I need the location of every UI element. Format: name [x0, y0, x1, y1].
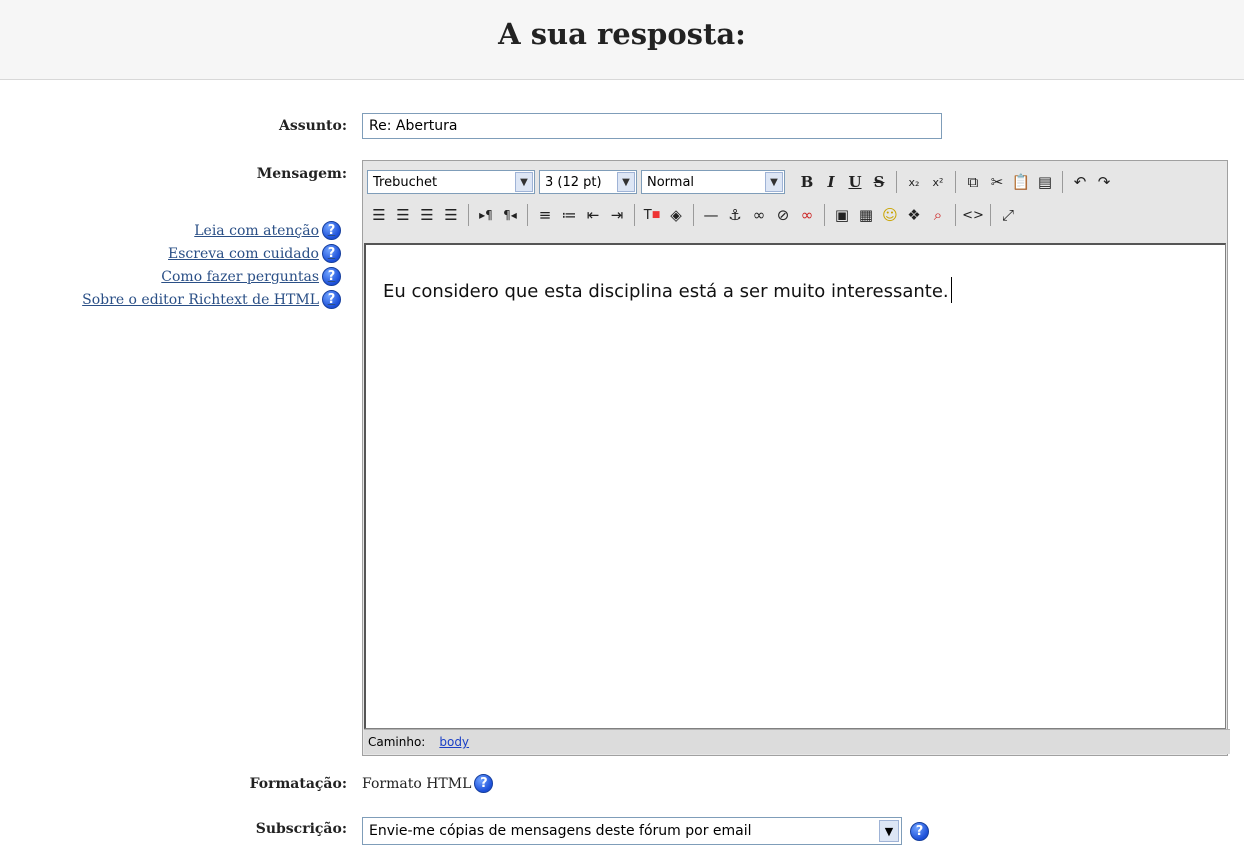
help-icon: ? — [322, 290, 341, 309]
toolbar-separator — [1062, 171, 1063, 193]
format-label: Formatação: — [249, 776, 347, 792]
chevron-down-icon: ▼ — [879, 820, 899, 842]
special-char-icon[interactable]: ❖ — [902, 203, 926, 227]
help-icon: ? — [322, 221, 341, 240]
toolbar-separator — [955, 204, 956, 226]
status-path-link[interactable]: body — [439, 735, 469, 749]
toolbar-row-2: ☰ ☰ ☰ ☰ ▸¶ ¶◂ ≡ ≔ ⇤ ⇥ T ■ ◈ — ⚓ ∞ ⊘ ∞ ▣ ▦… — [367, 201, 1020, 229]
html-source-icon[interactable]: <> — [961, 203, 985, 227]
chevron-down-icon: ▼ — [617, 172, 635, 192]
paste-word-icon[interactable]: ▤ — [1033, 170, 1057, 194]
table-icon[interactable]: ▦ — [854, 203, 878, 227]
toolbar-separator — [955, 171, 956, 193]
toolbar-separator — [896, 171, 897, 193]
subscript-button[interactable]: x₂ — [902, 170, 926, 194]
richtext-editor: Trebuchet ▼ 3 (12 pt) ▼ Normal ▼ B I U S… — [362, 160, 1230, 756]
toolbar-separator — [468, 204, 469, 226]
outdent-icon[interactable]: ⇤ — [581, 203, 605, 227]
size-select[interactable]: 3 (12 pt) ▼ — [539, 170, 637, 194]
help-icon[interactable]: ? — [910, 822, 929, 841]
help-link-about-editor[interactable]: Sobre o editor Richtext de HTML ? — [82, 288, 341, 311]
subject-input[interactable] — [362, 113, 942, 139]
help-icon[interactable]: ? — [474, 774, 494, 793]
help-icon: ? — [322, 244, 341, 263]
link-icon[interactable]: ∞ — [747, 203, 771, 227]
toolbar-separator — [824, 204, 825, 226]
text-caret — [950, 277, 952, 303]
superscript-button[interactable]: x² — [926, 170, 950, 194]
search-replace-icon[interactable]: ⌕ — [926, 203, 950, 227]
bold-button[interactable]: B — [795, 170, 819, 194]
underline-button[interactable]: U — [843, 170, 867, 194]
align-center-icon[interactable]: ☰ — [391, 203, 415, 227]
ordered-list-icon[interactable]: ≡ — [533, 203, 557, 227]
image-icon[interactable]: ▣ — [830, 203, 854, 227]
toolbar-separator — [693, 204, 694, 226]
toolbar-row-1: Trebuchet ▼ 3 (12 pt) ▼ Normal ▼ B I U S… — [367, 168, 1116, 196]
help-link-how-to-ask[interactable]: Como fazer perguntas ? — [82, 265, 341, 288]
page-header: A sua resposta: — [0, 0, 1244, 80]
paste-icon[interactable]: 📋 — [1009, 170, 1033, 194]
align-justify-icon[interactable]: ☰ — [439, 203, 463, 227]
format-value: Formato HTML ? — [362, 774, 494, 793]
horizontal-rule-icon[interactable]: — — [699, 203, 723, 227]
cut-icon[interactable]: ✂ — [985, 170, 1009, 194]
message-label: Mensagem: — [256, 166, 347, 182]
subscription-label: Subscrição: — [255, 821, 347, 837]
toolbar-separator — [990, 204, 991, 226]
anchor-icon[interactable]: ⚓ — [723, 203, 747, 227]
style-select[interactable]: Normal ▼ — [641, 170, 785, 194]
unlink-icon[interactable]: ⊘ — [771, 203, 795, 227]
help-link-read-carefully[interactable]: Leia com atenção ? — [82, 219, 341, 242]
status-path-label: Caminho: — [368, 735, 426, 749]
smiley-icon[interactable]: ☺ — [878, 203, 902, 227]
chevron-down-icon: ▼ — [765, 172, 783, 192]
chevron-down-icon: ▼ — [515, 172, 533, 192]
align-left-icon[interactable]: ☰ — [367, 203, 391, 227]
undo-icon[interactable]: ↶ — [1068, 170, 1092, 194]
editor-content: Eu considero que esta disciplina está a … — [383, 277, 952, 303]
toolbar-separator — [527, 204, 528, 226]
help-links: Leia com atenção ? Escreva com cuidado ?… — [82, 219, 341, 311]
redo-icon[interactable]: ↷ — [1092, 170, 1116, 194]
subscription-select[interactable]: Envie-me cópias de mensagens deste fórum… — [362, 817, 902, 845]
editor-statusbar: Caminho: body — [364, 729, 1230, 754]
help-icon: ? — [322, 267, 341, 286]
help-link-write-carefully[interactable]: Escreva com cuidado ? — [82, 242, 341, 265]
fullscreen-icon[interactable]: ⤢ — [996, 203, 1020, 227]
rtl-icon[interactable]: ¶◂ — [498, 203, 522, 227]
indent-icon[interactable]: ⇥ — [605, 203, 629, 227]
font-select[interactable]: Trebuchet ▼ — [367, 170, 535, 194]
copy-icon[interactable]: ⧉ — [961, 170, 985, 194]
text-color-icon[interactable]: T ■ — [640, 203, 664, 227]
bg-color-icon[interactable]: ◈ — [664, 203, 688, 227]
ltr-icon[interactable]: ▸¶ — [474, 203, 498, 227]
unordered-list-icon[interactable]: ≔ — [557, 203, 581, 227]
nolink-icon[interactable]: ∞ — [795, 203, 819, 227]
strikethrough-button[interactable]: S — [867, 170, 891, 194]
align-right-icon[interactable]: ☰ — [415, 203, 439, 227]
subject-label: Assunto: — [279, 118, 347, 134]
toolbar-separator — [634, 204, 635, 226]
italic-button[interactable]: I — [819, 170, 843, 194]
editor-content-area[interactable]: Eu considero que esta disciplina está a … — [364, 243, 1226, 729]
page-title: A sua resposta: — [498, 17, 746, 51]
